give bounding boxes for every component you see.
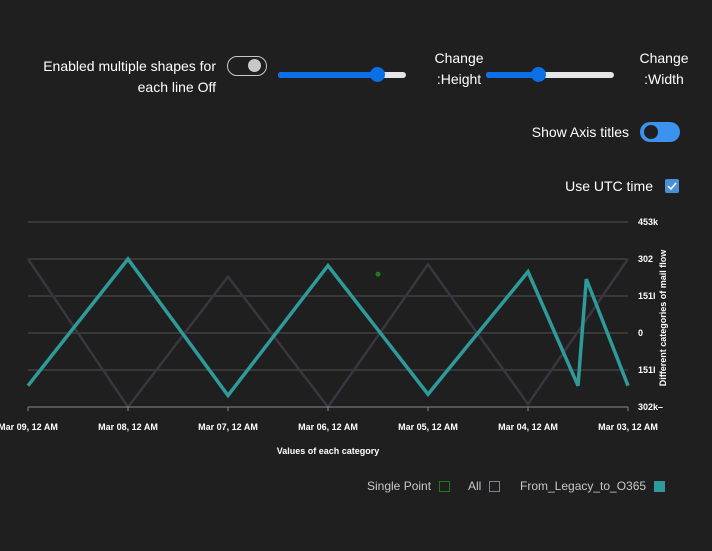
- series-line-from-legacy-to-o365: [26, 256, 630, 399]
- y-tick-label: 453k: [638, 217, 659, 227]
- y-axis-title: Different categories of mail flow: [658, 249, 668, 387]
- legend-item-single-point[interactable]: Single Point: [367, 479, 451, 493]
- x-tick-label: Mar 07, 12 AM: [198, 422, 258, 432]
- mail-flow-chart: 453k 302 151l 0 151l 302k– Mar 09, 12 AM Mar 08…: [0, 217, 668, 456]
- y-tick-label: 302: [638, 254, 653, 264]
- y-tick-label: 151l: [638, 365, 656, 375]
- legend-label: All: [468, 479, 482, 493]
- x-axis-title: Values of each category: [277, 446, 380, 456]
- legend-label: From_Legacy_to_O365: [520, 479, 647, 493]
- x-tick-label: Mar 04, 12 AM: [498, 422, 558, 432]
- x-tick-label: Mar 05, 12 AM: [398, 422, 458, 432]
- legend-label: Single Point: [367, 479, 432, 493]
- x-tick-label: Mar 06, 12 AM: [298, 422, 358, 432]
- series-point-single-point: [375, 271, 381, 277]
- y-tick-label: 302k–: [638, 402, 663, 412]
- y-tick-label: 151l: [638, 291, 656, 301]
- x-tick-label: Mar 09, 12 AM: [0, 422, 58, 432]
- legend-swatch: [489, 480, 501, 492]
- legend-item-all[interactable]: All: [468, 479, 501, 493]
- y-tick-label: 0: [638, 328, 643, 338]
- legend-item-from-legacy-to-o365[interactable]: From_Legacy_to_O365: [520, 479, 666, 493]
- x-tick-label: Mar 08, 12 AM: [98, 422, 158, 432]
- legend-swatch: [439, 480, 451, 492]
- legend-swatch: [654, 480, 666, 492]
- x-tick-label: Mar 03, 12 AM: [598, 422, 658, 432]
